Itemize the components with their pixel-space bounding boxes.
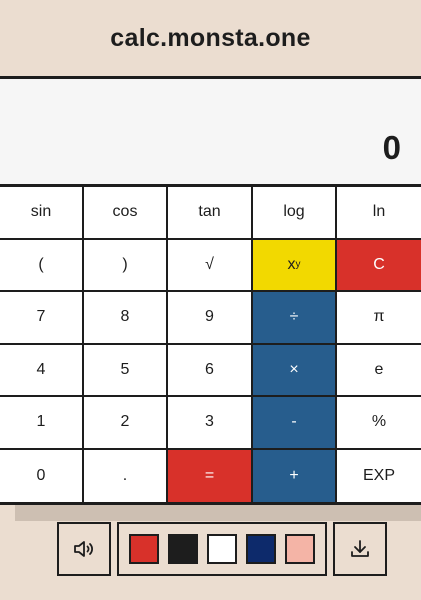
key-label: % xyxy=(371,413,387,431)
digit-4-key[interactable]: 4 xyxy=(0,344,84,397)
toolbar xyxy=(57,522,387,576)
digit-0-key[interactable]: 0 xyxy=(0,449,84,502)
swatch-black[interactable] xyxy=(168,534,198,564)
download-button[interactable] xyxy=(333,522,387,576)
swatch-pink[interactable] xyxy=(285,534,315,564)
key-label: ÷ xyxy=(289,308,299,326)
clear-key[interactable]: C xyxy=(337,239,421,292)
exp-key[interactable]: EXP xyxy=(337,449,421,502)
equals-key[interactable]: = xyxy=(168,449,253,502)
color-palette xyxy=(117,522,327,576)
pi-key[interactable]: π xyxy=(337,292,421,345)
download-icon xyxy=(351,540,369,557)
sound-toggle-button[interactable] xyxy=(57,522,111,576)
subtract-key[interactable]: - xyxy=(253,397,337,450)
key-label: ) xyxy=(122,255,128,273)
sin-key[interactable]: sin xyxy=(0,187,84,240)
digit-2-key[interactable]: 2 xyxy=(84,397,168,450)
add-key[interactable]: + xyxy=(253,449,337,502)
swatch-navy[interactable] xyxy=(246,534,276,564)
key-label: 7 xyxy=(36,308,46,326)
key-label: ( xyxy=(38,255,44,273)
key-label: x xyxy=(287,255,296,273)
calculator-display: 0 xyxy=(0,76,421,187)
power-key[interactable]: xy xyxy=(253,239,337,292)
digit-3-key[interactable]: 3 xyxy=(168,397,253,450)
key-label: . xyxy=(122,466,128,484)
key-label: e xyxy=(374,360,384,378)
close-paren-key[interactable]: ) xyxy=(84,239,168,292)
digit-7-key[interactable]: 7 xyxy=(0,292,84,345)
swatch-white[interactable] xyxy=(207,534,237,564)
key-label: 9 xyxy=(205,308,214,326)
open-paren-key[interactable]: ( xyxy=(0,239,84,292)
key-label: 8 xyxy=(120,308,130,326)
key-label: 2 xyxy=(120,413,130,431)
key-label: EXP xyxy=(362,466,395,484)
key-label: tan xyxy=(198,203,221,221)
ln-key[interactable]: ln xyxy=(337,187,421,240)
sqrt-key[interactable]: √ xyxy=(168,239,253,292)
percent-key[interactable]: % xyxy=(337,397,421,450)
decimal-key[interactable]: . xyxy=(84,449,168,502)
key-label: 1 xyxy=(36,413,46,431)
key-label: = xyxy=(204,466,215,484)
divide-key[interactable]: ÷ xyxy=(253,292,337,345)
key-label: 6 xyxy=(205,360,214,378)
key-label: C xyxy=(373,255,385,273)
display-value: 0 xyxy=(382,129,401,166)
page-title: calc.monsta.one xyxy=(110,23,311,52)
swatch-red[interactable] xyxy=(129,534,159,564)
digit-9-key[interactable]: 9 xyxy=(168,292,253,345)
key-label: √ xyxy=(205,255,214,273)
keypad-shadow xyxy=(15,505,421,521)
key-label: cos xyxy=(112,203,138,221)
key-label: - xyxy=(291,413,297,431)
key-superscript: y xyxy=(295,259,301,271)
key-label: 5 xyxy=(120,360,130,378)
speaker-icon xyxy=(74,541,93,557)
cos-key[interactable]: cos xyxy=(84,187,168,240)
digit-6-key[interactable]: 6 xyxy=(168,344,253,397)
key-label: ln xyxy=(372,203,386,221)
key-label: 4 xyxy=(36,360,46,378)
key-label: + xyxy=(289,466,299,484)
key-label: × xyxy=(289,360,299,378)
digit-5-key[interactable]: 5 xyxy=(84,344,168,397)
log-key[interactable]: log xyxy=(253,187,337,240)
tan-key[interactable]: tan xyxy=(168,187,253,240)
key-label: 0 xyxy=(36,466,46,484)
digit-8-key[interactable]: 8 xyxy=(84,292,168,345)
key-label: 3 xyxy=(205,413,214,431)
keypad: sin cos tan log ln () √ x y C 7 8 9 ÷ π 4 5 6 × e 1 2 3 -% 0. = + E… xyxy=(0,187,421,505)
key-label: π xyxy=(373,308,385,326)
key-label: sin xyxy=(30,203,52,221)
multiply-key[interactable]: × xyxy=(253,344,337,397)
digit-1-key[interactable]: 1 xyxy=(0,397,84,450)
key-label: log xyxy=(283,203,305,221)
e-key[interactable]: e xyxy=(337,344,421,397)
